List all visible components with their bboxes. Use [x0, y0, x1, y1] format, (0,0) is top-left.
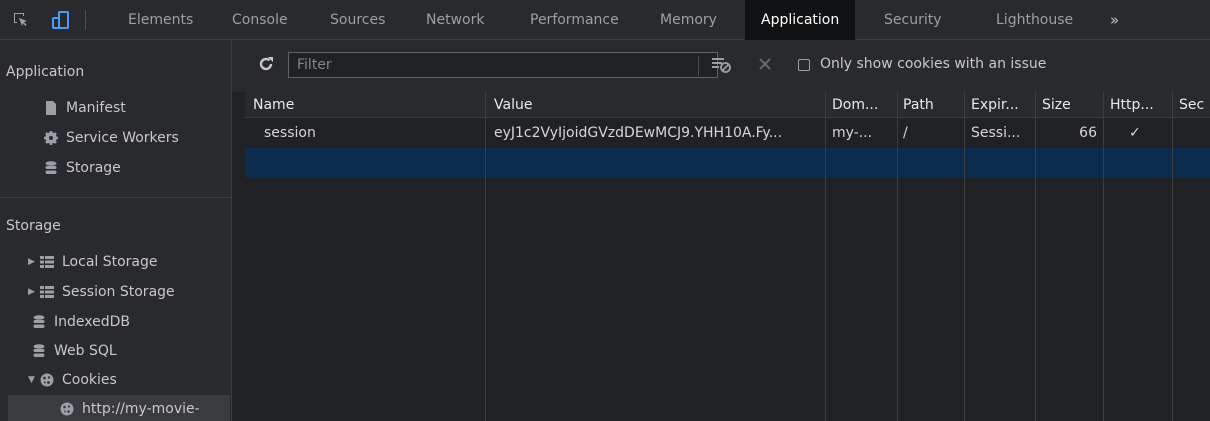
cookie-icon [40, 373, 54, 387]
sidebar-item-cookies[interactable]: ▼ Cookies [28, 366, 117, 394]
sidebar-item-label: Web SQL [54, 343, 117, 359]
column-header-size[interactable]: Size [1042, 92, 1100, 118]
filter-input[interactable] [288, 52, 718, 78]
tab-memory[interactable]: Memory [660, 0, 717, 40]
inspect-element-icon[interactable] [4, 0, 38, 40]
toolbar-divider [698, 56, 699, 76]
cookies-toolbar: Only show cookies with an issue [232, 40, 1210, 92]
tab-lighthouse[interactable]: Lighthouse [996, 0, 1073, 40]
file-icon [44, 101, 58, 115]
sidebar-item-label: http://my-movie- [82, 401, 200, 417]
column-header-path[interactable]: Path [903, 92, 961, 118]
tab-elements[interactable]: Elements [128, 0, 193, 40]
grid-icon [40, 285, 54, 299]
sidebar-heading-storage: Storage [6, 218, 61, 234]
table-row[interactable]: session eyJ1c2VyIjoidGVzdDEwMCJ9.YHH10A.… [245, 118, 1210, 148]
expand-triangle-icon[interactable]: ▶ [28, 278, 40, 306]
devtools-tab-bar: Elements Console Sources Network Perform… [0, 0, 1210, 40]
application-sidebar: Application Manifest Service Workers Sto… [0, 40, 232, 421]
only-issue-label: Only show cookies with an issue [820, 56, 1047, 72]
tab-application[interactable]: Application [745, 0, 856, 40]
httponly-check-icon: ✓ [1129, 125, 1141, 141]
sidebar-item-label: Storage [66, 160, 121, 176]
cookie-secure-cell [1179, 118, 1210, 148]
sidebar-heading-application: Application [6, 64, 85, 80]
sidebar-item-label: Local Storage [62, 254, 158, 270]
device-toolbar-icon[interactable] [44, 0, 78, 40]
column-header-domain[interactable]: Dom... [832, 92, 894, 118]
database-icon [44, 161, 58, 175]
database-icon [32, 315, 46, 329]
column-header-expires[interactable]: Expir... [971, 92, 1033, 118]
sidebar-item-storage[interactable]: Storage [44, 154, 121, 182]
table-row-selected-empty[interactable] [245, 148, 1210, 178]
only-issue-checkbox[interactable] [798, 59, 810, 71]
sidebar-item-service-workers[interactable]: Service Workers [44, 124, 179, 152]
tab-performance[interactable]: Performance [530, 0, 619, 40]
database-icon [32, 344, 46, 358]
sidebar-item-local-storage[interactable]: ▶ Local Storage [28, 248, 158, 276]
cookies-table: Name Value Dom... Path Expir... Size Htt… [245, 92, 1210, 421]
gear-icon [44, 131, 58, 145]
toolbar-divider [85, 10, 86, 30]
tab-sources[interactable]: Sources [330, 0, 385, 40]
sidebar-item-label: Service Workers [66, 130, 179, 146]
clear-filtered-cookies-icon[interactable] [712, 56, 732, 78]
sidebar-item-label: Manifest [66, 100, 126, 116]
cookie-size-cell: 66 [1079, 125, 1097, 141]
tab-console[interactable]: Console [232, 0, 288, 40]
cookie-path-cell: / [903, 125, 908, 141]
delete-selected-icon[interactable] [758, 57, 772, 75]
collapse-triangle-icon[interactable]: ▼ [28, 366, 40, 394]
tab-network[interactable]: Network [426, 0, 484, 40]
cookie-domain-cell: my-... [832, 125, 873, 141]
column-header-name[interactable]: Name [253, 92, 479, 118]
column-header-secure[interactable]: Sec [1179, 92, 1210, 118]
more-tabs-button[interactable]: » [1110, 0, 1119, 40]
sidebar-item-label: IndexedDB [54, 314, 130, 330]
tab-security[interactable]: Security [884, 0, 942, 40]
cookie-expires-cell: Sessi... [971, 125, 1021, 141]
sidebar-item-web-sql[interactable]: Web SQL [32, 337, 117, 365]
sidebar-item-label: Cookies [62, 372, 117, 388]
grid-icon [40, 255, 54, 269]
column-header-value[interactable]: Value [494, 92, 820, 118]
sidebar-item-session-storage[interactable]: ▶ Session Storage [28, 278, 175, 306]
refresh-icon[interactable] [258, 56, 274, 76]
cookie-value-cell: eyJ1c2VyIjoidGVzdDEwMCJ9.YHH10A.Fy... [494, 125, 783, 141]
expand-triangle-icon[interactable]: ▶ [28, 248, 40, 276]
sidebar-divider [0, 197, 231, 198]
sidebar-item-label: Session Storage [62, 284, 175, 300]
sidebar-item-manifest[interactable]: Manifest [44, 94, 126, 122]
column-header-httponly[interactable]: Http... [1110, 92, 1170, 118]
sidebar-item-cookie-origin[interactable]: http://my-movie- [8, 395, 230, 421]
sidebar-item-indexeddb[interactable]: IndexedDB [32, 308, 130, 336]
cookie-icon [60, 402, 74, 416]
cookie-name-cell: session [264, 125, 316, 141]
